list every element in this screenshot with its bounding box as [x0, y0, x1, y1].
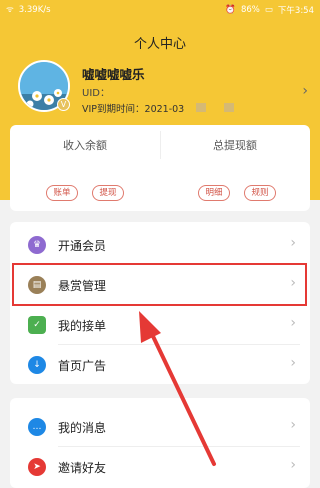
redaction-block: [196, 103, 206, 112]
network-speed: 3.39K/s: [18, 4, 51, 15]
chevron-right-icon: ›: [290, 355, 296, 371]
vip-expiry-label: VIP到期时间：: [82, 104, 145, 115]
vip-expiry-date: 2021-03: [144, 104, 185, 115]
menu-item-invite-friends[interactable]: ➤ 邀请好友 ›: [10, 448, 310, 486]
clipboard-check-icon: ✓: [28, 316, 46, 334]
withdraw-button[interactable]: 提现: [92, 185, 124, 201]
menu-item-my-orders[interactable]: ✓ 我的接单 ›: [10, 306, 310, 344]
crown-icon: ♛: [28, 236, 46, 254]
chevron-right-icon: ›: [290, 235, 296, 251]
message-icon: …: [28, 418, 46, 436]
bill-button[interactable]: 账单: [46, 185, 78, 201]
vip-expiry: VIP到期时间：2021-03: [82, 101, 184, 115]
uid-label: UID：: [82, 88, 110, 99]
status-bar: ᯤ 3.39K/s ⏰ 86% ▭ 下午3:54: [0, 0, 320, 20]
menu-card-social: … 我的消息 › ➤ 邀请好友 ›: [10, 398, 310, 488]
signal-icon: ᯤ: [6, 5, 14, 15]
redaction-block: [224, 103, 234, 112]
menu-item-open-membership[interactable]: ♛ 开通会员 ›: [10, 226, 310, 264]
chevron-right-icon: ›: [290, 417, 296, 433]
battery-icon: ▭: [264, 5, 273, 15]
total-withdraw-label[interactable]: 总提现额: [160, 137, 310, 153]
page-title: 个人中心: [133, 37, 186, 52]
send-icon: ➤: [28, 458, 46, 476]
balance-card: 收入余额 总提现额 账单 提现 明细 规则: [10, 125, 310, 211]
income-balance-label[interactable]: 收入余额: [10, 137, 160, 153]
menu-item-label: 邀请好友: [58, 461, 107, 475]
rules-button[interactable]: 规则: [244, 185, 276, 201]
chevron-right-icon: ›: [290, 315, 296, 331]
vip-badge-icon: V: [57, 98, 70, 111]
menu-item-label: 我的接单: [58, 319, 107, 333]
menu-item-label: 开通会员: [58, 239, 107, 253]
profile-chevron-right-icon[interactable]: ›: [302, 83, 308, 99]
details-button[interactable]: 明细: [198, 185, 230, 201]
download-icon: ↓: [28, 356, 46, 374]
alarm-icon: ⏰: [225, 5, 236, 15]
divider: [58, 446, 300, 447]
highlight-box: [12, 263, 307, 306]
clock: 下午3:54: [277, 6, 314, 16]
username: 嘘嘘嘘嘘乐: [82, 67, 145, 82]
divider: [58, 344, 300, 345]
menu-item-label: 首页广告: [58, 359, 107, 373]
menu-item-my-messages[interactable]: … 我的消息 ›: [10, 408, 310, 446]
chevron-right-icon: ›: [290, 457, 296, 473]
menu-item-label: 我的消息: [58, 421, 107, 435]
battery-level: 86%: [240, 5, 260, 15]
menu-item-home-ads[interactable]: ↓ 首页广告 ›: [10, 346, 310, 384]
